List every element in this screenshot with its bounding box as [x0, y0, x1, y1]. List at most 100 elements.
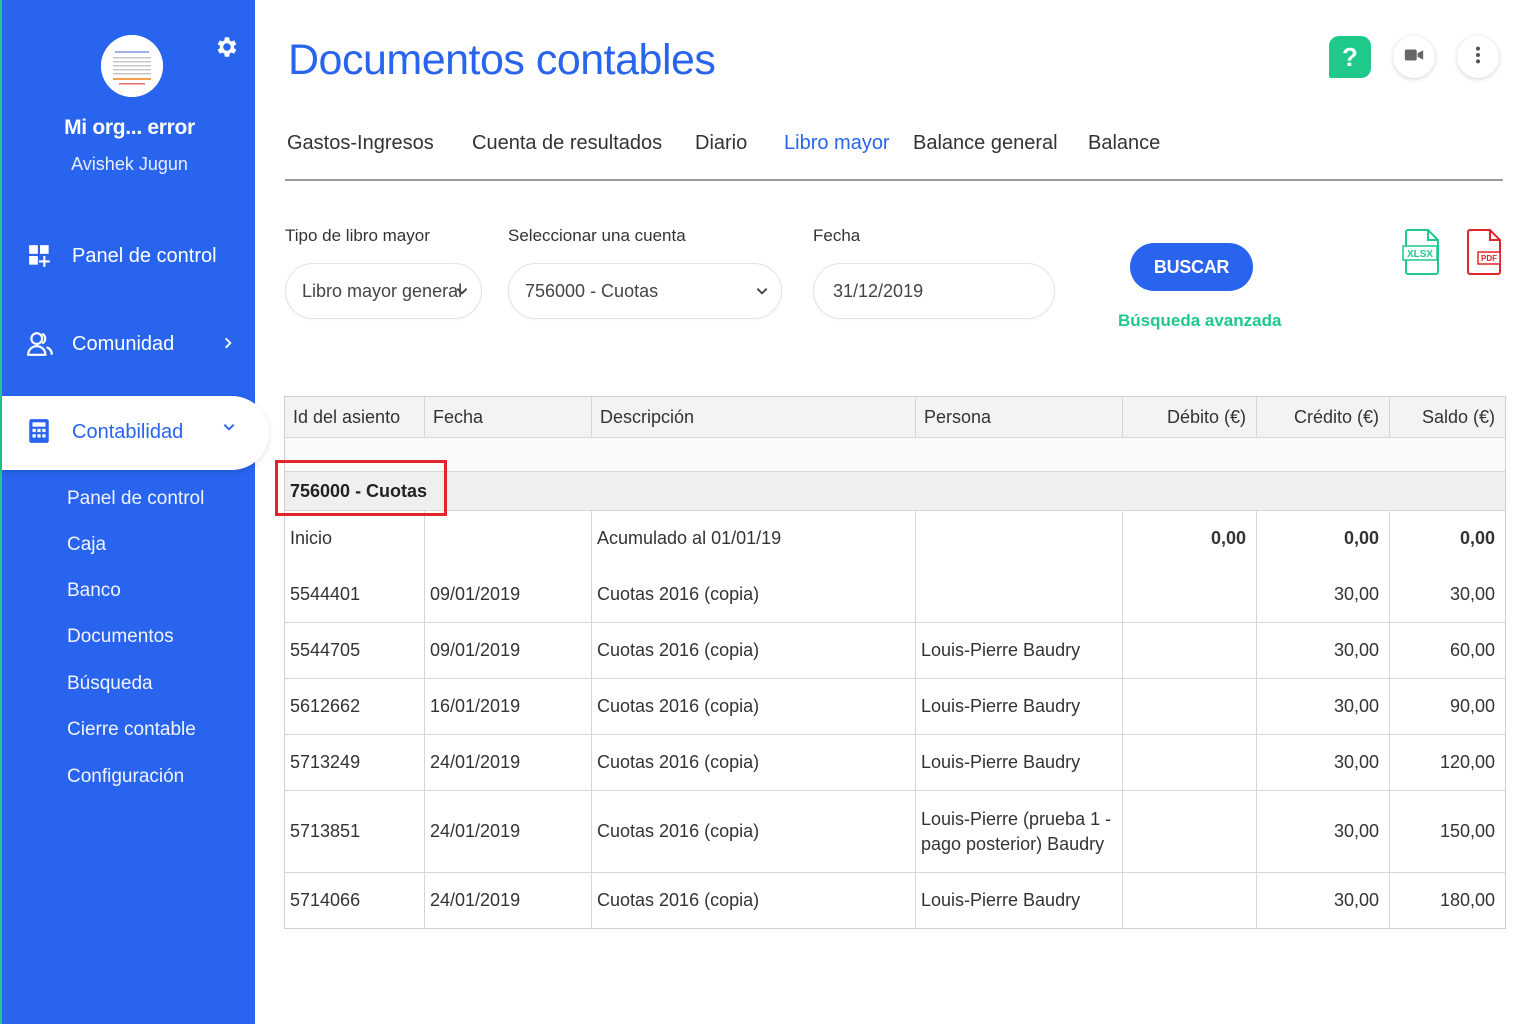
pdf-export-icon[interactable]: PDF	[1464, 228, 1504, 276]
header-credito[interactable]: Crédito (€)	[1256, 397, 1389, 437]
fecha-input[interactable]: 31/12/2019	[813, 263, 1055, 319]
cell-fecha: 16/01/2019	[424, 679, 591, 734]
gear-icon[interactable]	[213, 34, 239, 60]
search-button[interactable]: BUSCAR	[1130, 243, 1253, 291]
cell-debito	[1122, 566, 1256, 622]
cell-credito: 30,00	[1256, 679, 1389, 734]
table-row[interactable]: 5544705 09/01/2019 Cuotas 2016 (copia) Loui…	[285, 622, 1505, 678]
cell-fecha: 09/01/2019	[424, 566, 591, 622]
submenu-item-configuracion[interactable]: Configuración	[67, 766, 184, 788]
org-avatar[interactable]	[101, 35, 163, 97]
sidebar-item-label: Comunidad	[72, 332, 175, 355]
cell-persona: Louis-Pierre Baudry	[915, 623, 1122, 678]
more-vertical-icon	[1467, 44, 1489, 71]
cell-debito	[1122, 679, 1256, 734]
tab-balance[interactable]: Balance	[1088, 132, 1160, 155]
cuenta-label: Seleccionar una cuenta	[508, 226, 686, 245]
tipo-libro-label: Tipo de libro mayor	[285, 226, 430, 245]
cell-fecha	[424, 511, 591, 566]
cell-credito: 30,00	[1256, 623, 1389, 678]
org-name: Mi org... error	[64, 116, 195, 139]
header-debito[interactable]: Débito (€)	[1122, 397, 1256, 437]
cell-fecha: 24/01/2019	[424, 735, 591, 790]
header-id[interactable]: Id del asiento	[285, 397, 424, 437]
header-persona[interactable]: Persona	[915, 397, 1122, 437]
chevron-down-icon	[222, 420, 240, 438]
account-group-label: 756000 - Cuotas	[290, 480, 428, 501]
chevron-down-icon	[755, 284, 769, 298]
fecha-label: Fecha	[813, 226, 861, 245]
cell-saldo: 180,00	[1389, 873, 1505, 928]
cell-saldo: 30,00	[1389, 566, 1505, 622]
fecha-value: 31/12/2019	[833, 281, 924, 301]
submenu-item-busqueda[interactable]: Búsqueda	[67, 673, 153, 695]
cell-debito	[1122, 791, 1256, 872]
tab-cuenta-de-resultados[interactable]: Cuenta de resultados	[472, 132, 662, 155]
sidebar-item-panel-de-control[interactable]: Panel de control	[2, 232, 257, 280]
sidebar-item-label: Panel de control	[72, 244, 217, 267]
tab-balance-general[interactable]: Balance general	[913, 132, 1058, 155]
cell-debito	[1122, 873, 1256, 928]
cell-fecha: 24/01/2019	[424, 873, 591, 928]
advanced-search-link[interactable]: Búsqueda avanzada	[1118, 311, 1281, 331]
cuenta-select[interactable]: 756000 - Cuotas	[508, 263, 782, 319]
cuenta-value: 756000 - Cuotas	[525, 281, 659, 301]
header-descripcion[interactable]: Descripción	[591, 397, 915, 437]
table-row[interactable]: 5713249 24/01/2019 Cuotas 2016 (copia) Loui…	[285, 734, 1505, 790]
cell-descripcion: Cuotas 2016 (copia)	[591, 735, 915, 790]
table-row[interactable]: 5713851 24/01/2019 Cuotas 2016 (copia) Loui…	[285, 790, 1505, 872]
chevron-right-icon	[221, 334, 235, 355]
tab-diario[interactable]: Diario	[695, 132, 747, 155]
cell-debito: 0,00	[1122, 511, 1256, 566]
community-icon	[26, 330, 54, 358]
org-logo-image	[101, 35, 163, 97]
submenu-item-panel-de-control[interactable]: Panel de control	[67, 488, 204, 510]
cell-persona	[915, 566, 1122, 622]
more-options-button[interactable]	[1457, 36, 1499, 78]
table-body: 5544401 09/01/2019 Cuotas 2016 (copia) 30,0…	[285, 566, 1505, 928]
ledger-table: Id del asiento Fecha Descripción Persona…	[284, 396, 1506, 929]
app: Mi org... error Avishek Jugun Panel de c…	[0, 0, 1536, 1024]
tipo-libro-select[interactable]: Libro mayor general	[285, 263, 482, 319]
video-camera-icon	[1403, 44, 1425, 71]
cell-persona: Louis-Pierre Baudry	[915, 735, 1122, 790]
cell-descripcion: Acumulado al 01/01/19	[591, 511, 915, 566]
cell-descripcion: Cuotas 2016 (copia)	[591, 679, 915, 734]
table-row[interactable]: 5544401 09/01/2019 Cuotas 2016 (copia) 30,0…	[285, 566, 1505, 622]
table-spacer-row	[285, 437, 1505, 471]
cell-id: 5714066	[290, 890, 361, 910]
tipo-libro-value: Libro mayor general	[302, 281, 463, 301]
tab-libro-mayor[interactable]: Libro mayor	[784, 132, 890, 155]
cell-credito: 30,00	[1256, 791, 1389, 872]
header-saldo[interactable]: Saldo (€)	[1389, 397, 1505, 437]
cell-credito: 30,00	[1256, 566, 1389, 622]
video-button[interactable]	[1393, 36, 1435, 78]
cell-fecha: 24/01/2019	[424, 791, 591, 872]
header-fecha[interactable]: Fecha	[424, 397, 591, 437]
submenu-item-caja[interactable]: Caja	[67, 534, 106, 556]
cell-credito: 0,00	[1256, 511, 1389, 566]
cell-persona	[915, 511, 1122, 566]
help-button[interactable]: ?	[1329, 36, 1371, 78]
submenu-item-documentos[interactable]: Documentos	[67, 626, 174, 648]
help-icon: ?	[1342, 41, 1358, 72]
cell-saldo: 150,00	[1389, 791, 1505, 872]
dashboard-icon	[26, 242, 54, 270]
submenu-item-banco[interactable]: Banco	[67, 580, 121, 602]
tab-bar: Gastos-Ingresos Cuenta de resultados Dia…	[285, 130, 1503, 181]
user-name: Avishek Jugun	[71, 154, 188, 174]
cell-debito	[1122, 735, 1256, 790]
sidebar-item-contabilidad[interactable]: Contabilidad	[2, 396, 269, 470]
cell-id: Inicio	[290, 528, 333, 548]
xlsx-export-icon[interactable]: XLSX	[1402, 228, 1442, 276]
cell-descripcion: Cuotas 2016 (copia)	[591, 623, 915, 678]
cell-credito: 30,00	[1256, 735, 1389, 790]
tab-gastos-ingresos[interactable]: Gastos-Ingresos	[287, 132, 434, 155]
sidebar-item-comunidad[interactable]: Comunidad	[2, 320, 257, 368]
cell-persona: Louis-Pierre (prueba 1 - pago posterior)…	[915, 791, 1122, 872]
table-row[interactable]: 5714066 24/01/2019 Cuotas 2016 (copia) Loui…	[285, 872, 1505, 928]
sidebar: Mi org... error Avishek Jugun Panel de c…	[0, 0, 269, 1024]
cell-id: 5612662	[290, 696, 361, 716]
submenu-item-cierre-contable[interactable]: Cierre contable	[67, 719, 196, 741]
table-row[interactable]: 5612662 16/01/2019 Cuotas 2016 (copia) Loui…	[285, 678, 1505, 734]
